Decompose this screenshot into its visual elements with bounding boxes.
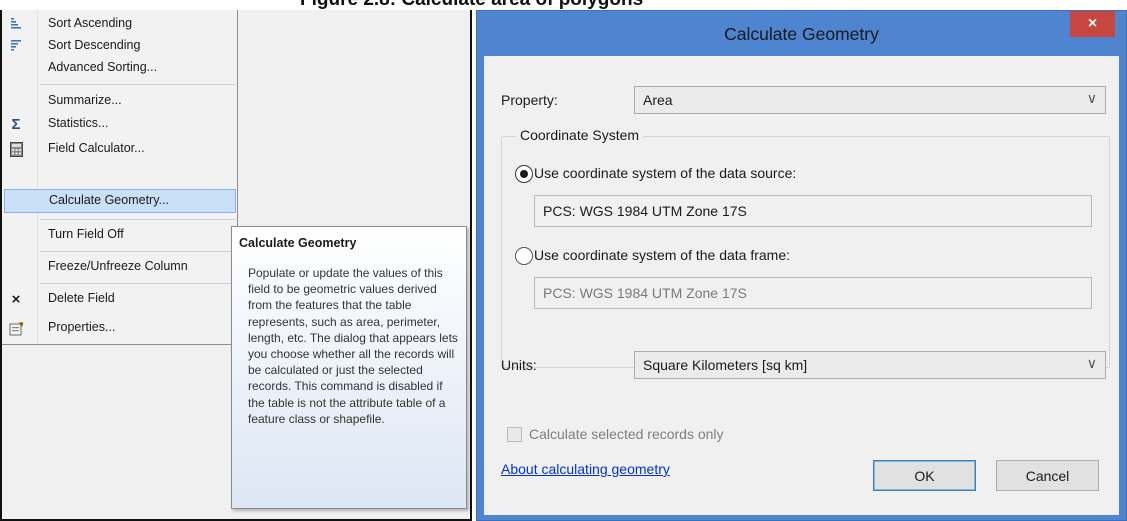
- menu-item-freeze-column[interactable]: Freeze/Unfreeze Column: [4, 256, 236, 278]
- ok-button[interactable]: OK: [873, 460, 976, 491]
- menu-item-turn-field-off[interactable]: Turn Field Off: [4, 224, 236, 246]
- dialog-title: Calculate Geometry: [724, 24, 879, 44]
- radio-data-source-label[interactable]: Use coordinate system of the data source…: [534, 165, 796, 181]
- property-label: Property:: [501, 92, 558, 108]
- radio-data-frame-label[interactable]: Use coordinate system of the data frame:: [534, 247, 790, 263]
- sigma-icon: Σ: [11, 115, 21, 133]
- sort-ascending-icon: [8, 16, 24, 32]
- property-value: Area: [643, 92, 673, 108]
- cancel-button[interactable]: Cancel: [996, 460, 1099, 491]
- delete-x-icon: ×: [11, 290, 21, 308]
- radio-data-frame[interactable]: [515, 247, 533, 265]
- menu-item-sort-descending[interactable]: Sort Descending: [4, 35, 236, 57]
- units-dropdown[interactable]: Square Kilometers [sq km] ∨: [634, 351, 1106, 379]
- sort-descending-icon: [8, 38, 24, 54]
- figure-caption-strip: Figure 2.8: Calculate area of polygons: [0, 0, 1127, 10]
- table-context-panel: Sort Ascending Sort Descending Advanced …: [0, 10, 472, 521]
- about-calculating-geometry-link[interactable]: About calculating geometry: [501, 461, 670, 477]
- menu-item-calculate-geometry[interactable]: Calculate Geometry...: [4, 189, 236, 213]
- source-coordinate-system-field: PCS: WGS 1984 UTM Zone 17S: [534, 195, 1092, 227]
- close-button[interactable]: ×: [1070, 11, 1115, 37]
- frame-coordinate-system-field: PCS: WGS 1984 UTM Zone 17S: [534, 277, 1092, 309]
- chevron-down-icon: ∨: [1086, 355, 1097, 371]
- chevron-down-icon: ∨: [1086, 90, 1097, 106]
- coordinate-system-group-title: Coordinate System: [516, 127, 644, 143]
- menu-separator: [40, 251, 236, 252]
- dialog-body: Property: Area ∨ Coordinate System Use c…: [484, 56, 1119, 515]
- radio-selected-dot: [520, 170, 528, 178]
- calculate-geometry-dialog: Calculate Geometry × Property: Area ∨ Co…: [476, 10, 1127, 521]
- tooltip-title: Calculate Geometry: [239, 236, 357, 250]
- units-label: Units:: [501, 357, 537, 373]
- menu-item-statistics[interactable]: Σ Statistics...: [4, 113, 236, 135]
- tooltip-body: Populate or update the values of this fi…: [248, 266, 458, 426]
- menu-item-advanced-sorting[interactable]: Advanced Sorting...: [4, 57, 236, 79]
- menu-item-summarize[interactable]: Summarize...: [4, 90, 236, 112]
- selected-records-checkbox[interactable]: [507, 427, 522, 442]
- radio-data-source[interactable]: [515, 165, 533, 183]
- calculate-geometry-tooltip: Calculate Geometry Populate or update th…: [231, 226, 467, 509]
- properties-icon: [8, 320, 24, 336]
- menu-separator: [40, 283, 236, 284]
- selected-records-label: Calculate selected records only: [529, 426, 724, 442]
- units-value: Square Kilometers [sq km]: [643, 357, 808, 373]
- menu-separator: [40, 84, 236, 85]
- menu-item-delete-field[interactable]: × Delete Field: [4, 288, 236, 310]
- property-dropdown[interactable]: Area ∨: [634, 86, 1106, 114]
- calculator-icon: [8, 141, 24, 157]
- menu-item-field-calculator[interactable]: Field Calculator...: [4, 138, 236, 160]
- menu-separator: [40, 219, 236, 220]
- figure-caption: Figure 2.8: Calculate area of polygons: [300, 0, 643, 10]
- menu-item-sort-ascending[interactable]: Sort Ascending: [4, 13, 236, 35]
- field-context-menu: Sort Ascending Sort Descending Advanced …: [2, 10, 238, 345]
- menu-item-properties[interactable]: Properties...: [4, 317, 236, 339]
